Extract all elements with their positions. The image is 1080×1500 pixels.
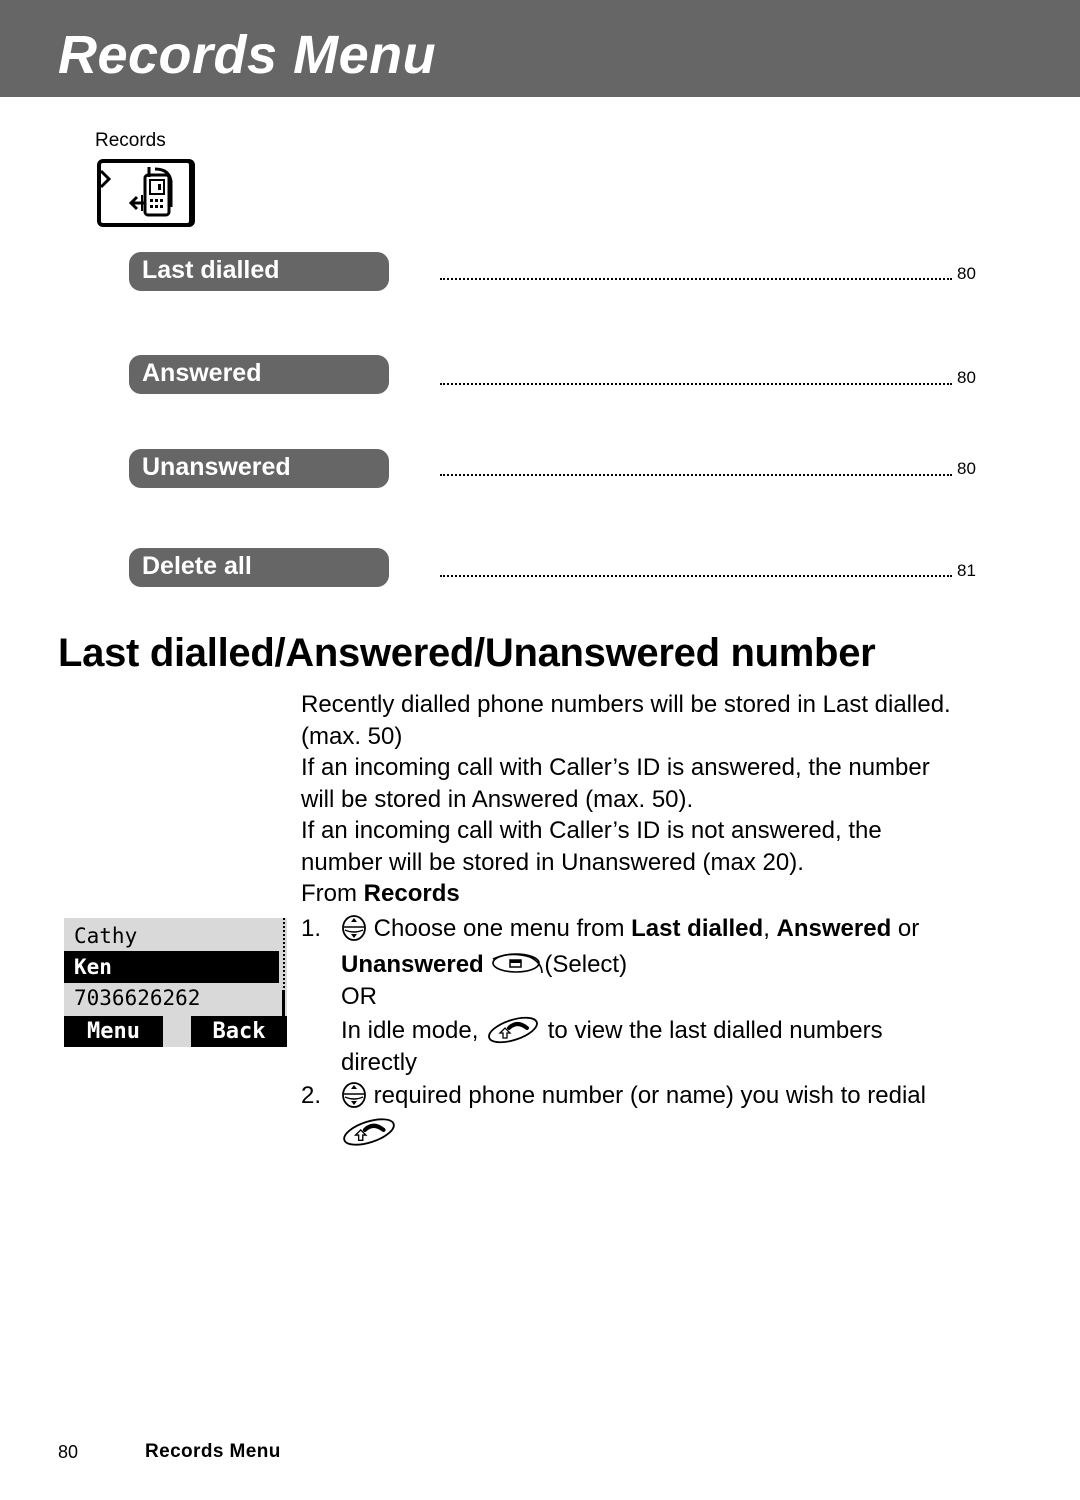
body-line: will be stored in Answered (max. 50). — [301, 785, 694, 813]
body-line: If an incoming call with Caller’s ID is … — [301, 754, 930, 781]
records-phone-icon — [97, 159, 195, 227]
body-line: Recently dialled phone numbers will be s… — [301, 691, 951, 718]
step-1-alt-line: In idle mode, to view the last dialled n… — [341, 1015, 883, 1047]
toc-page-number: 80 — [957, 264, 976, 283]
call-key-icon — [343, 1118, 395, 1146]
softkey-menu: Menu — [64, 1016, 163, 1047]
body-line: If an incoming call with Caller’s ID is … — [301, 817, 882, 844]
toc-leader — [440, 373, 952, 385]
section-body: Recently dialled phone numbers will be s… — [301, 689, 991, 910]
from-prefix: From — [301, 880, 364, 907]
softkey-back: Back — [191, 1016, 287, 1047]
phone-scrollbar-thumb — [282, 990, 285, 1016]
chapter-title: Records Menu — [58, 25, 437, 85]
step-2-line: required phone number (or name) you wish… — [341, 1080, 926, 1112]
body-line: (max. 50) — [301, 722, 403, 750]
step-1-alt-line-2: directly — [341, 1049, 418, 1076]
phone-list-item-selected: Ken — [64, 951, 279, 983]
footer-title: Records Menu — [145, 1441, 281, 1462]
or-label: OR — [341, 983, 377, 1010]
body-line: number will be stored in Unanswered (max… — [301, 848, 804, 876]
phone-screen-illustration: Cathy Ken 7036626262 Menu Back — [64, 918, 287, 1047]
footer-page-number: 80 — [58, 1442, 79, 1462]
scroll-key-icon — [342, 914, 366, 941]
chapter-header-bar: Records Menu — [0, 0, 1080, 97]
toc-leader — [440, 464, 952, 476]
scroll-key-icon — [342, 1081, 366, 1108]
toc-leader — [440, 565, 952, 577]
call-key-icon — [488, 1016, 538, 1043]
select-softkey-icon — [492, 952, 544, 973]
toc-leader — [440, 268, 952, 280]
step-1-line-2: Unanswered (Select) — [341, 951, 628, 978]
records-label: Records — [95, 130, 166, 151]
phone-list-item: 7036626262 — [74, 986, 201, 1010]
step-number: 2. — [301, 1082, 322, 1109]
menu-item-unanswered[interactable]: Unanswered — [129, 449, 389, 488]
toc-page-number: 80 — [957, 368, 976, 387]
step-1-line-1: Choose one menu from Last dialled, Answe… — [341, 913, 919, 945]
from-records-bold: Records — [363, 880, 460, 907]
toc-page-number: 81 — [957, 561, 976, 580]
from-records-line: From Records — [301, 878, 991, 910]
menu-item-last-dialled[interactable]: Last dialled — [129, 252, 389, 291]
step-number: 1. — [301, 915, 322, 942]
phone-list-item: Cathy — [74, 924, 138, 948]
section-title: Last dialled/Answered/Unanswered number — [58, 631, 876, 675]
toc-page-number: 80 — [957, 459, 976, 478]
menu-item-delete-all[interactable]: Delete all — [129, 548, 389, 587]
menu-item-answered[interactable]: Answered — [129, 355, 389, 394]
